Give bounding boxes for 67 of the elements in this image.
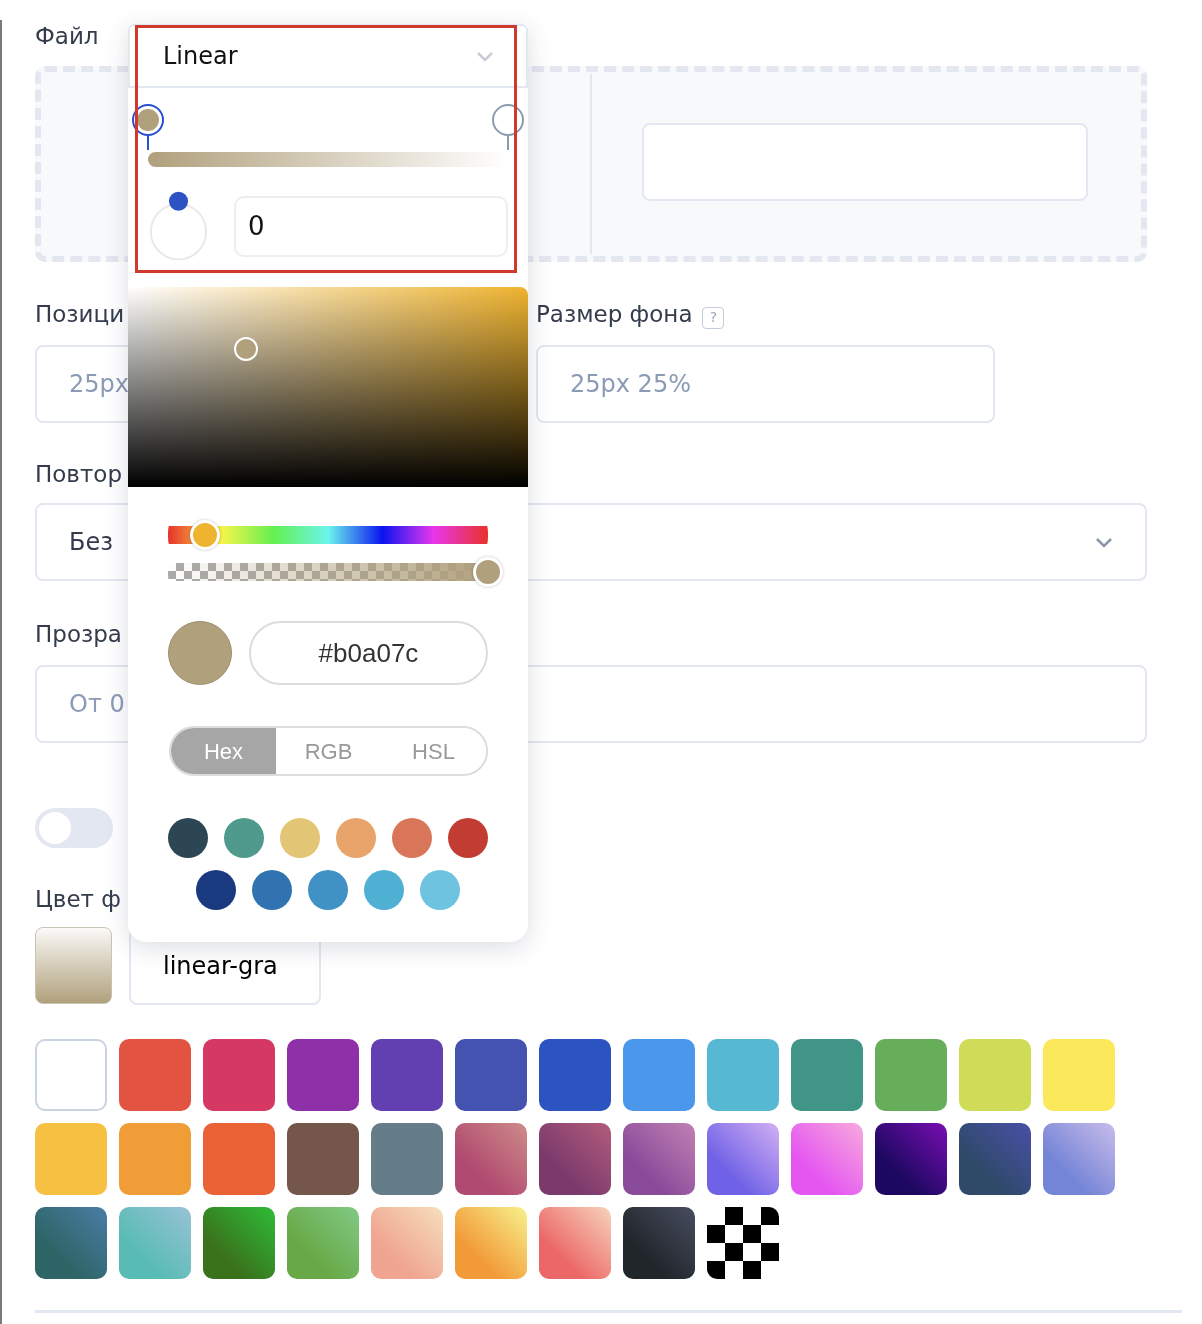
color-swatch[interactable] (119, 1123, 191, 1195)
color-swatch[interactable] (539, 1123, 611, 1195)
gradient-type-select[interactable]: Linear (128, 24, 528, 88)
preset-color[interactable] (420, 870, 460, 910)
color-swatch[interactable] (287, 1207, 359, 1279)
color-swatch[interactable] (959, 1039, 1031, 1111)
gradient-stop-handle[interactable] (131, 103, 165, 150)
chevron-down-icon (1095, 536, 1113, 548)
color-swatch[interactable] (1043, 1039, 1115, 1111)
color-swatch[interactable] (371, 1207, 443, 1279)
color-swatch[interactable] (623, 1123, 695, 1195)
color-swatch[interactable] (371, 1123, 443, 1195)
preset-color[interactable] (448, 818, 488, 858)
field-label: Позици (35, 300, 125, 329)
saturation-cursor[interactable] (234, 336, 259, 361)
select-value: Linear (163, 41, 238, 72)
preset-color[interactable] (364, 870, 404, 910)
angle-input[interactable]: 0 (234, 195, 508, 257)
hue-slider-thumb[interactable] (189, 520, 220, 550)
gradient-stop-handle[interactable] (491, 103, 525, 150)
input-field[interactable] (642, 123, 1088, 201)
toggle-switch[interactable] (35, 808, 113, 848)
color-swatch[interactable] (119, 1039, 191, 1111)
color-swatch[interactable] (455, 1123, 527, 1195)
color-swatch[interactable] (371, 1039, 443, 1111)
preset-color[interactable] (224, 818, 264, 858)
color-swatch[interactable] (875, 1039, 947, 1111)
input-field[interactable]: 25px 25% (536, 345, 995, 423)
chevron-down-icon (476, 50, 494, 62)
color-swatch[interactable] (959, 1123, 1031, 1195)
preset-color[interactable] (308, 870, 348, 910)
field-label: Файл (35, 22, 99, 51)
preset-color[interactable] (392, 818, 432, 858)
field-label: Размер фона (536, 300, 693, 329)
preset-color[interactable] (168, 818, 208, 858)
color-swatch[interactable] (119, 1207, 191, 1279)
color-swatch[interactable] (203, 1123, 275, 1195)
select-value: Без (69, 527, 113, 558)
color-swatch[interactable] (539, 1207, 611, 1279)
color-swatch[interactable] (707, 1123, 779, 1195)
color-swatch[interactable] (455, 1207, 527, 1279)
color-swatch[interactable] (875, 1123, 947, 1195)
field-label: Цвет ф (35, 885, 121, 914)
color-swatch[interactable] (455, 1039, 527, 1111)
color-swatch[interactable] (35, 1207, 107, 1279)
hex-input[interactable]: #b0a07c (249, 621, 488, 685)
color-swatch[interactable] (707, 1039, 779, 1111)
color-swatch[interactable] (791, 1039, 863, 1111)
color-swatch[interactable] (287, 1039, 359, 1111)
color-swatch[interactable] (791, 1123, 863, 1195)
color-swatch[interactable] (35, 1123, 107, 1195)
color-swatch[interactable] (539, 1039, 611, 1111)
alpha-slider-thumb[interactable] (473, 557, 503, 587)
preset-color[interactable] (280, 818, 320, 858)
color-swatch[interactable] (35, 1039, 107, 1111)
color-swatch[interactable] (623, 1207, 695, 1279)
color-swatch[interactable] (623, 1039, 695, 1111)
preset-color[interactable] (252, 870, 292, 910)
preset-color[interactable] (336, 818, 376, 858)
field-label: Повтор (35, 460, 122, 489)
color-swatch[interactable] (287, 1123, 359, 1195)
color-swatch[interactable] (203, 1039, 275, 1111)
preset-color[interactable] (196, 870, 236, 910)
saturation-area[interactable] (128, 287, 528, 487)
color-swatch[interactable] (1043, 1123, 1115, 1195)
field-label: Прозра (35, 620, 122, 649)
color-swatch[interactable] (203, 1207, 275, 1279)
